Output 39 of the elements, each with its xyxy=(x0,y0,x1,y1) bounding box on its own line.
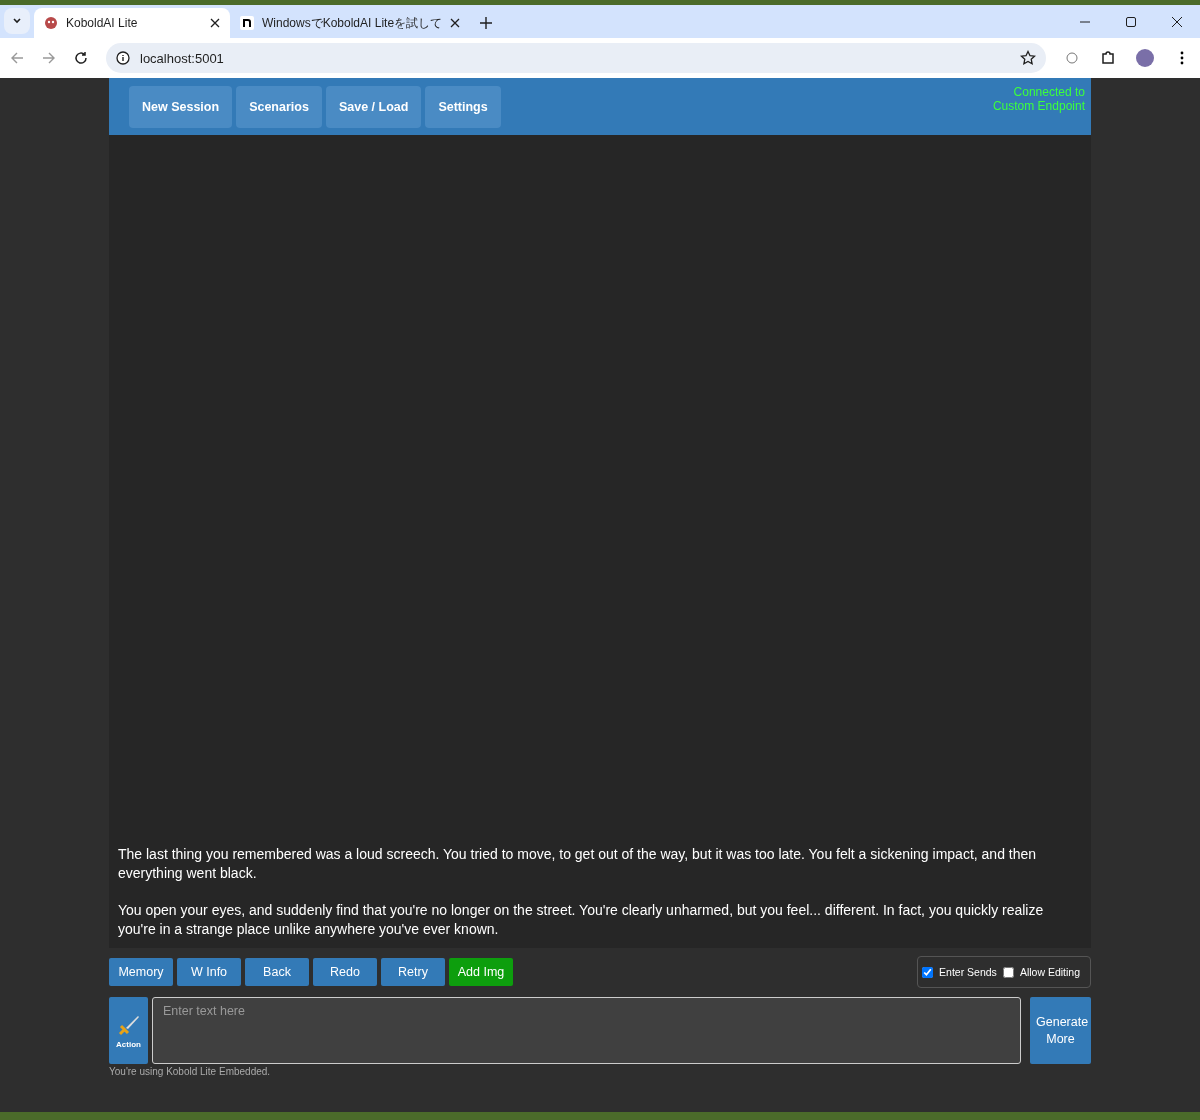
close-icon[interactable] xyxy=(450,18,461,28)
story-paragraph: You open your eyes, and suddenly find that you're no longer on the street. You're clearly unharmed, but you feel... different. In fact, you quickly realize you're in a strange place unlike anywhere you've ever known. xyxy=(118,901,1045,939)
story-control-button[interactable]: Memory xyxy=(109,958,173,986)
browser-tab[interactable]: WindowsでKoboldAI Liteを試して xyxy=(230,8,471,38)
generate-button[interactable]: Generate More xyxy=(1030,997,1091,1064)
star-icon[interactable] xyxy=(1020,50,1036,66)
input-field[interactable]: Enter text here xyxy=(152,997,1021,1064)
chevron-down-icon xyxy=(12,16,22,26)
close-icon[interactable] xyxy=(210,18,220,28)
n-logo-icon xyxy=(240,16,254,30)
nav-button[interactable]: Settings xyxy=(425,85,501,128)
story-control-button[interactable]: Retry xyxy=(381,958,445,986)
profile-avatar[interactable] xyxy=(1136,49,1154,67)
back-arrow-icon[interactable] xyxy=(10,51,24,65)
address-bar[interactable]: localhost:5001 xyxy=(106,43,1046,73)
maximize-icon[interactable] xyxy=(1126,16,1136,27)
story-control-button[interactable]: Redo xyxy=(313,958,377,986)
close-icon[interactable] xyxy=(1172,16,1182,27)
url-text: localhost:5001 xyxy=(140,50,224,66)
story-paragraph: The last thing you remembered was a loud screech. You tried to move, to get out of the way, but it was too late. You felt a sickening impact, and then everything went black. xyxy=(118,845,1038,883)
footer-text: You're using Kobold Lite Embedded. xyxy=(109,1066,272,1077)
story-control-button[interactable]: Back xyxy=(245,958,309,986)
story-control-button[interactable]: Add Img xyxy=(449,958,513,986)
nav-button[interactable]: Save / Load xyxy=(325,85,422,128)
checkbox-label: Allow Editing xyxy=(1019,966,1080,978)
info-icon[interactable] xyxy=(116,51,130,65)
reload-icon[interactable] xyxy=(74,51,88,65)
checkbox[interactable] xyxy=(922,966,934,978)
mode-button[interactable]: Action xyxy=(109,997,148,1064)
nav-button[interactable]: Scenarios xyxy=(236,85,322,128)
tab-list-button[interactable] xyxy=(4,8,30,34)
nav-button[interactable]: New Session xyxy=(129,85,233,128)
story-control-button[interactable]: W Info xyxy=(177,958,241,986)
new-tab-icon[interactable] xyxy=(480,17,493,29)
checkbox-label: Enter Sends xyxy=(939,966,997,978)
forward-arrow-icon[interactable] xyxy=(42,51,56,65)
browser-tab[interactable]: KoboldAI Lite xyxy=(34,8,230,38)
checkbox[interactable] xyxy=(1002,966,1014,978)
connection-status: Connected to Custom Endpoint xyxy=(991,85,1085,113)
